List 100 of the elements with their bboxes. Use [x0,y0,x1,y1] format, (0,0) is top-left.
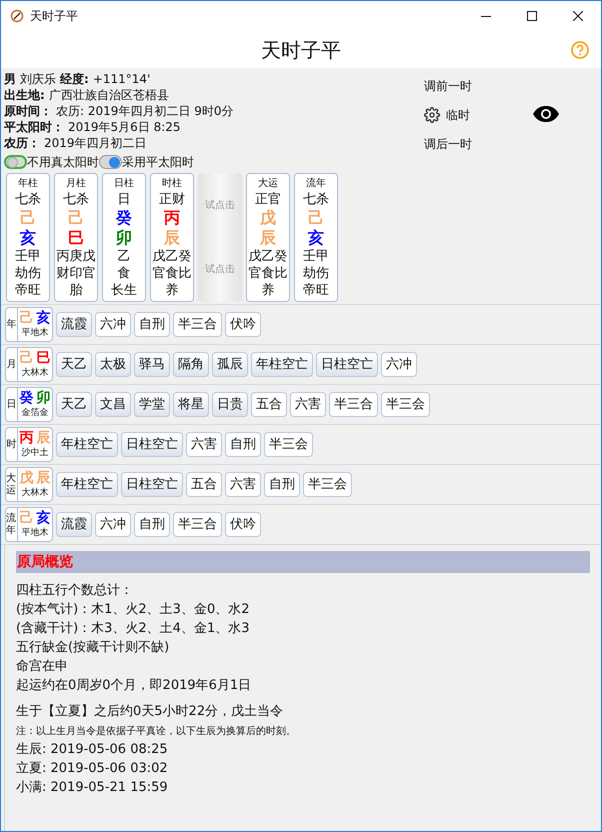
tag-button[interactable]: 五合 [251,392,287,417]
info-value: 2019年四月初二日 [44,135,147,151]
tag-button[interactable]: 年柱空亡 [56,432,118,457]
earthly-branch: 辰 [36,430,50,447]
heavenly-stem: 己 [20,510,34,527]
info-label: 男 [4,71,16,87]
hidden-stems: 壬甲 [303,248,329,265]
tag-button[interactable]: 半三合 [173,312,222,337]
hidden-gods: 财印官 [56,265,96,282]
tag-button[interactable]: 日柱空亡 [121,472,183,497]
life-stage: 帝旺 [15,282,41,299]
earthly-branch: 辰 [36,470,50,487]
toggle-label: 采用平太阳时 [122,154,194,170]
hidden-stems: 戊乙癸 [152,248,192,265]
summary-line: 五行缺金(按藏干计则不缺) [16,639,170,657]
summary-line: 起运约在0周岁0个月，即2019年6月1日 [16,677,252,695]
heavenly-stem: 戊 [260,208,276,228]
heavenly-stem: 癸 [116,208,132,228]
pillar-title: 月柱 [66,176,86,191]
earthly-branch: 巳 [36,350,50,367]
help-icon[interactable] [571,41,589,59]
life-stage: 胎 [70,282,82,299]
hidden-stems: 戊乙癸 [248,248,288,265]
tag-button[interactable]: 自刑 [264,472,300,497]
eye-icon[interactable] [532,105,560,123]
earthly-branch: 巳 [68,228,84,248]
row-label: 时 [6,428,18,461]
current-time-button[interactable]: 临时 [446,106,470,124]
tag-button[interactable]: 天乙 [56,352,92,377]
next-hour-button[interactable]: 调后一时 [424,135,472,153]
tag-button[interactable]: 流霞 [56,512,92,537]
row-label: 日 [6,388,18,421]
tag-button[interactable]: 孤辰 [212,352,248,377]
tag-button[interactable]: 将星 [173,392,209,417]
row-label: 流年 [6,508,18,541]
tag-button[interactable]: 学堂 [134,392,170,417]
tag-button[interactable]: 自刑 [134,312,170,337]
tag-button[interactable]: 六冲 [95,312,131,337]
summary-line: (按本气计)：木1、火2、土3、金0、水2 [16,601,250,619]
tag-button[interactable]: 日贵 [212,392,248,417]
tag-button[interactable]: 半三会 [264,432,313,457]
pillar-title: 大运 [258,176,278,191]
summary-line: 命宫在申 [16,658,69,676]
tag-button[interactable]: 半三合 [329,392,378,417]
tag-button[interactable]: 日柱空亡 [316,352,378,377]
tag-button[interactable]: 年柱空亡 [251,352,313,377]
tag-button[interactable]: 流霞 [56,312,92,337]
tag-button[interactable]: 六害 [186,432,222,457]
hidden-stems: 乙 [118,248,130,265]
tag-button[interactable]: 年柱空亡 [56,472,118,497]
info-value: +111°14' [92,71,150,87]
tag-button[interactable]: 六害 [290,392,326,417]
previous-hour-button[interactable]: 调前一时 [424,77,472,95]
pillar-title: 流年 [306,176,326,191]
nayin-label: 平地木 [22,327,48,339]
toggle-switch[interactable] [99,155,122,169]
heavenly-stem: 己 [20,350,34,367]
info-value: 刘庆乐 [20,71,56,87]
info-label: 出生地: [4,87,45,103]
tag-button[interactable]: 六害 [225,472,261,497]
info-value: 农历: 2019年四月初二日 9时0分 [56,103,234,119]
tag-button[interactable]: 半三会 [303,472,352,497]
hidden-gods: 劫伤 [15,265,41,282]
info-label: 农历： [4,135,40,151]
toggle-switch[interactable] [4,155,27,169]
life-stage: 养 [166,282,178,299]
earthly-branch: 亥 [36,310,50,327]
summary-line: (含藏干计)：木3、火2、土4、金1、水3 [16,620,250,638]
tag-button[interactable]: 半三会 [381,392,430,417]
section-title: 原局概览 [17,552,73,572]
info-label: 平太阳时： [4,119,64,135]
settings-icon [424,107,440,123]
life-stage: 帝旺 [303,282,329,299]
hidden-stems: 丙庚戊 [56,248,96,265]
hidden-gods: 劫伤 [303,265,329,282]
app-icon [10,9,24,23]
row-label: 月 [6,348,18,381]
tag-button[interactable]: 隔角 [173,352,209,377]
earthly-branch: 辰 [164,228,180,248]
tag-button[interactable]: 五合 [186,472,222,497]
hidden-gods: 食 [118,265,130,282]
tag-button[interactable]: 日柱空亡 [121,432,183,457]
toggle-label: 不用真太阳时 [27,154,99,170]
tag-button[interactable]: 伏吟 [225,512,261,537]
tag-button[interactable]: 自刑 [225,432,261,457]
earthly-branch: 亥 [308,228,324,248]
tag-button[interactable]: 六冲 [95,512,131,537]
tag-button[interactable]: 驿马 [134,352,170,377]
tag-button[interactable]: 六冲 [381,352,417,377]
tag-button[interactable]: 伏吟 [225,312,261,337]
tag-button[interactable]: 自刑 [134,512,170,537]
app-heading: 天时子平 [261,36,341,64]
nayin-label: 大林木 [22,367,48,379]
maximize-icon [527,11,537,21]
tag-button[interactable]: 太极 [95,352,131,377]
info-label: 原时间： [4,103,52,119]
tag-button[interactable]: 半三合 [173,512,222,537]
tag-button[interactable]: 文昌 [95,392,131,417]
note-text: 注：以上生月当令是依据子平真诠，以下生辰为换算后的时刻。 [16,724,297,739]
tag-button[interactable]: 天乙 [56,392,92,417]
